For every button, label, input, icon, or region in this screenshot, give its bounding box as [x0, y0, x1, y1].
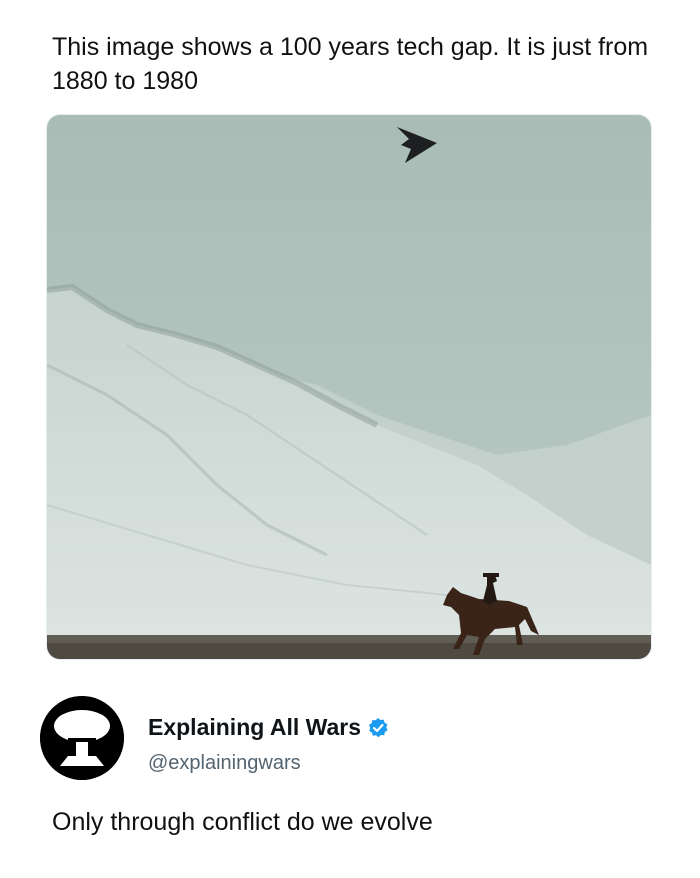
author-handle[interactable]: @explainingwars — [148, 752, 301, 775]
author-row[interactable]: Explaining All Wars @explainingwars — [40, 696, 660, 786]
verified-badge-icon — [368, 717, 388, 737]
mushroom-cloud-icon — [40, 696, 124, 780]
winter-landscape-image — [47, 115, 651, 659]
post-text: This image shows a 100 years tech gap. I… — [52, 33, 649, 95]
post-image[interactable] — [46, 114, 652, 660]
reply-text: Only through conflict do we evolve — [52, 808, 433, 836]
avatar[interactable] — [40, 696, 124, 780]
author-name-text: Explaining All Wars — [148, 714, 361, 740]
author-display-name[interactable]: Explaining All Wars — [148, 714, 389, 741]
